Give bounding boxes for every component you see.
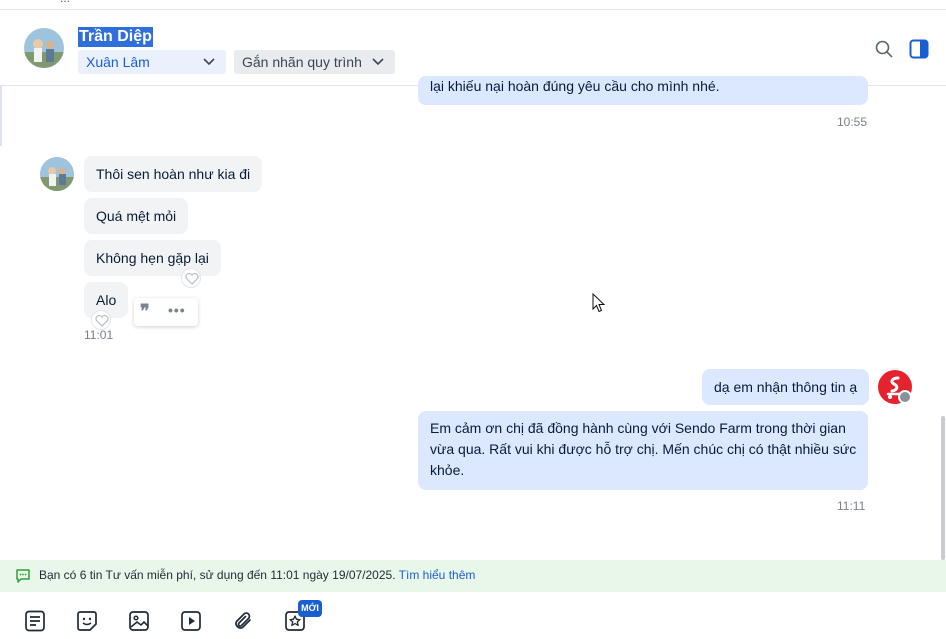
react-heart-button[interactable] (91, 310, 111, 330)
side-panel-toggle-icon[interactable] (909, 39, 929, 59)
chevron-down-icon (203, 58, 215, 66)
message-bubble-out[interactable]: Em cảm ơn chị đã đồng hành cùng với Send… (418, 411, 868, 490)
more-options-icon[interactable]: ••• (168, 302, 186, 318)
message-bubble-in[interactable]: Quá mệt mỏi (84, 198, 189, 234)
message-time: 10:55 (837, 115, 868, 129)
composer-toolbar (0, 592, 946, 639)
message-template-icon[interactable] (24, 610, 46, 632)
left-divider (0, 86, 2, 146)
chevron-down-icon (372, 58, 384, 66)
search-icon[interactable] (874, 39, 894, 59)
contact-name[interactable]: Trần Diệp (78, 27, 153, 47)
message-bubble-out[interactable]: dạ em nhận thông tin ạ (702, 369, 870, 405)
top-strip-text: ... (60, 0, 70, 5)
heart-icon (185, 273, 199, 285)
message-text: dạ em nhận thông tin ạ (714, 379, 858, 395)
message-text-line: Em cảm ơn chị đã đồng hành cùng với Send… (430, 420, 846, 436)
assignee-label: Xuân Lâm (86, 54, 150, 70)
message-text: Quá mệt mỏi (96, 208, 177, 224)
free-consult-notice: Bạn có 6 tin Tư vấn miễn phí, sử dụng đế… (0, 560, 946, 592)
message-text-line: vừa qua. Rất vui khi được hỗ trợ chị. Mế… (430, 441, 857, 457)
conversation-header: Trần Diệp Xuân Lâm Gắn nhãn quy trình (0, 10, 946, 86)
notice-message: Bạn có 6 tin Tư vấn miễn phí, sử dụng đế… (39, 568, 396, 582)
learn-more-link[interactable]: Tìm hiểu thêm (399, 568, 476, 582)
assignee-dropdown[interactable]: Xuân Lâm (78, 50, 226, 74)
message-text-line: khỏe. (430, 462, 465, 478)
message-text: Thôi sen hoàn như kia đi (96, 166, 251, 182)
heart-icon (95, 315, 109, 327)
message-time: 11:11 (837, 499, 866, 513)
video-icon[interactable] (180, 610, 202, 632)
message-quick-actions: ❞ ••• (134, 298, 198, 326)
quote-reply-icon[interactable]: ❞ (140, 303, 150, 321)
attachment-icon[interactable] (232, 610, 254, 632)
message-text: lại khiếu nại hoàn đúng yêu cầu cho mình… (430, 78, 720, 94)
tag-label: Gắn nhãn quy trình (242, 54, 362, 70)
sticker-icon[interactable] (76, 610, 98, 632)
notice-text: Bạn có 6 tin Tư vấn miễn phí, sử dụng đế… (39, 568, 475, 582)
message-text: Không hẹn gặp lại (96, 250, 209, 266)
sender-avatar[interactable] (40, 157, 74, 191)
message-text: Alo (96, 292, 117, 308)
tag-dropdown[interactable]: Gắn nhãn quy trình (234, 50, 395, 74)
mouse-cursor-icon (592, 293, 606, 313)
message-bubble-in[interactable]: Không hẹn gặp lại (84, 240, 221, 276)
top-strip: ... (0, 0, 946, 10)
online-status-badge (898, 390, 912, 404)
chat-bubble-icon (16, 569, 30, 583)
react-heart-button[interactable] (181, 268, 201, 288)
contact-avatar[interactable] (24, 28, 64, 68)
image-icon[interactable] (128, 610, 150, 632)
new-feature-badge: MỚI (298, 600, 322, 617)
message-bubble-in[interactable]: Thôi sen hoàn như kia đi (84, 156, 263, 192)
message-bubble-out[interactable]: lại khiếu nại hoàn đúng yêu cầu cho mình… (418, 76, 868, 105)
scrollbar[interactable] (941, 416, 945, 560)
message-time: 11:01 (84, 328, 114, 342)
